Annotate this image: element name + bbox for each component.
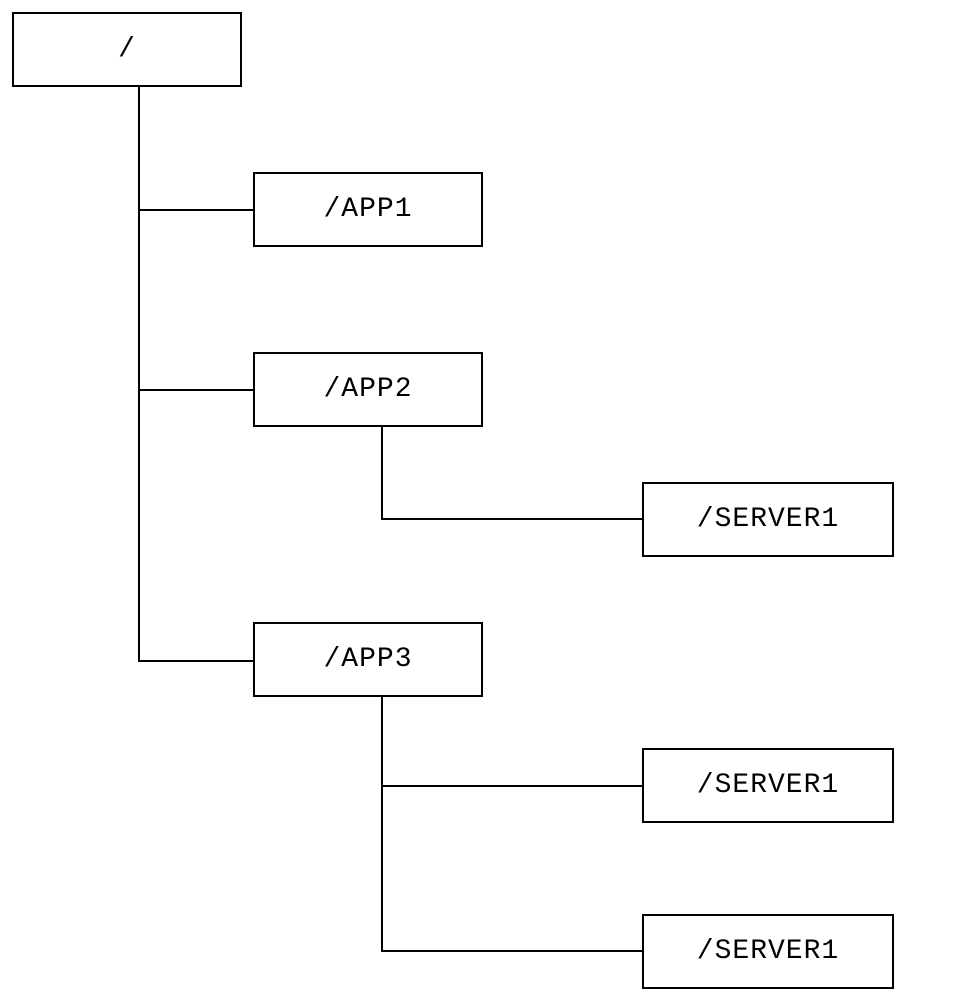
- node-app3-server2: /SERVER1: [642, 914, 894, 989]
- node-root-label: /: [118, 34, 136, 65]
- node-app3-server1: /SERVER1: [642, 748, 894, 823]
- connector-app3-to-server1: [381, 785, 642, 787]
- connector-app2-to-server1: [381, 518, 642, 520]
- node-root: /: [12, 12, 242, 87]
- node-app3: /APP3: [253, 622, 483, 697]
- node-app2-server1-label: /SERVER1: [697, 504, 839, 535]
- node-app2: /APP2: [253, 352, 483, 427]
- connector-to-app3: [138, 660, 253, 662]
- connector-to-app1: [138, 209, 253, 211]
- connector-to-app2: [138, 389, 253, 391]
- node-app2-label: /APP2: [323, 374, 412, 405]
- node-app3-server2-label: /SERVER1: [697, 936, 839, 967]
- node-app3-label: /APP3: [323, 644, 412, 675]
- connector-app3-vertical: [381, 697, 383, 952]
- node-app1: /APP1: [253, 172, 483, 247]
- node-app3-server1-label: /SERVER1: [697, 770, 839, 801]
- connector-root-vertical: [138, 87, 140, 662]
- connector-app3-to-server2: [381, 950, 642, 952]
- node-app1-label: /APP1: [323, 194, 412, 225]
- node-app2-server1: /SERVER1: [642, 482, 894, 557]
- connector-app2-vertical: [381, 427, 383, 520]
